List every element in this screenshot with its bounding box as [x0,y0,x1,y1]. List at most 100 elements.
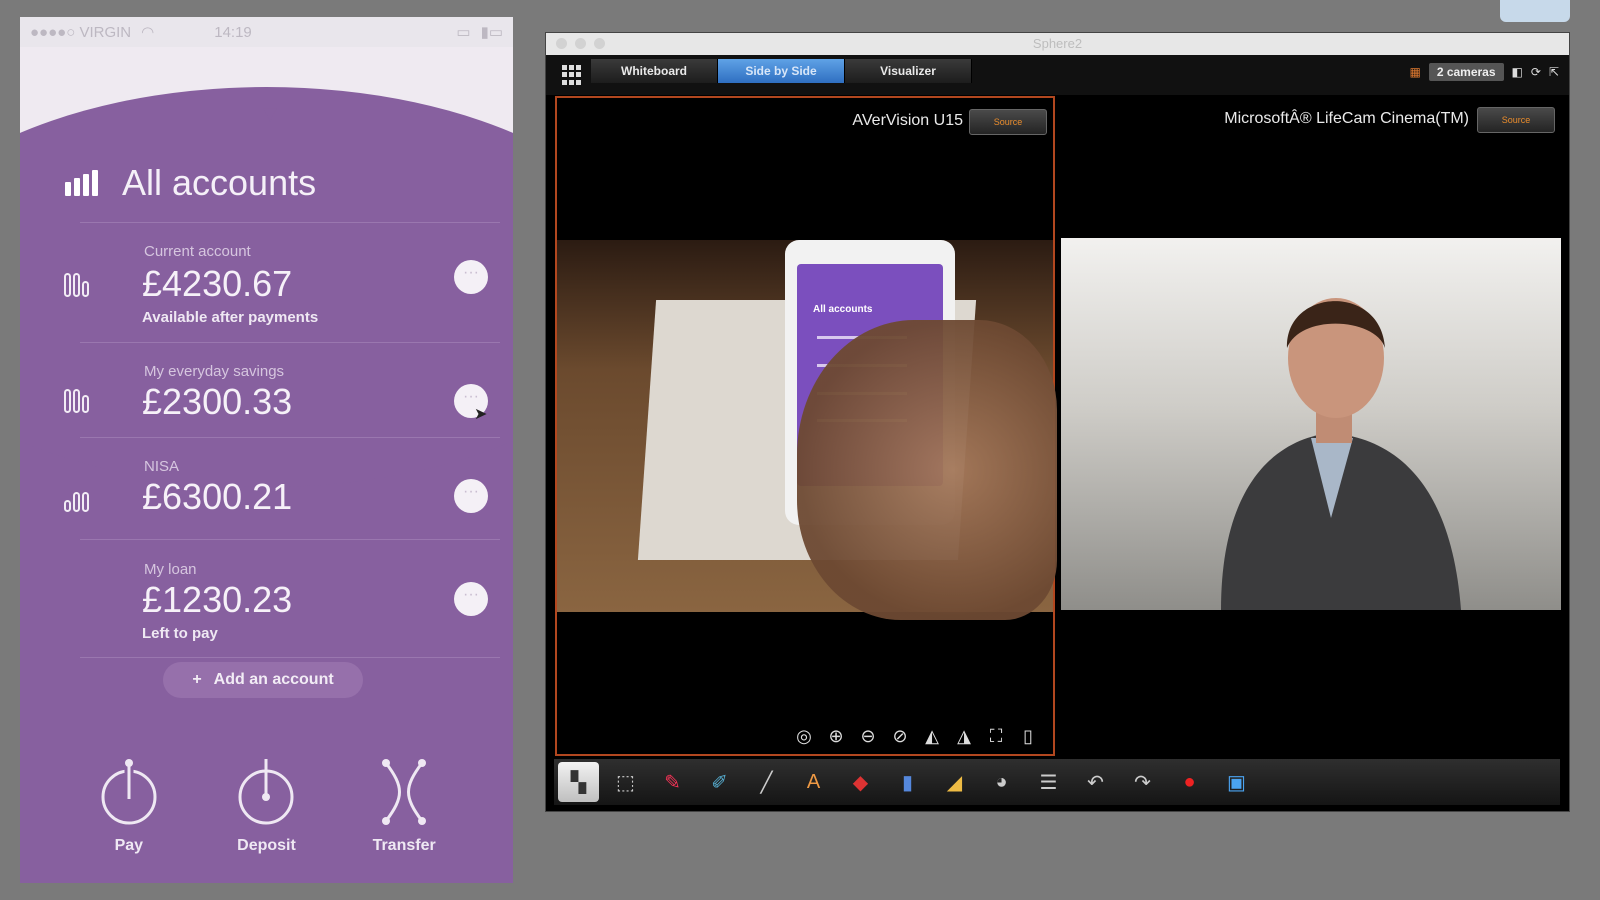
line-width-icon[interactable]: ☰ [1028,762,1069,802]
deposit-icon [238,759,294,825]
zoom-reset-icon[interactable]: ⊘ [887,724,913,748]
text-tool-icon[interactable]: A [793,762,834,802]
divider [80,657,500,658]
account-note: Left to pay [142,625,218,642]
record-icon[interactable]: ● [1169,762,1210,802]
phone-screen: ●●●●○ VIRGIN ◠ 14:19 ▭ ▮▭ ▽ All accounts… [20,17,513,883]
close-window-button[interactable] [556,38,567,49]
line-tool-icon[interactable]: ╱ [746,762,787,802]
account-row[interactable]: My loan £1230.23 Left to pay ··· [60,545,500,645]
divider [80,437,500,438]
top-corner-widget [1500,0,1570,22]
camera-name: MicrosoftÂ® LifeCam Cinema(TM) [1224,110,1469,127]
bar-chart-icon [65,170,98,196]
screen-icon: ▭ [456,24,471,41]
freeze-icon[interactable]: ▯ [1015,724,1041,748]
pay-button[interactable]: Pay [84,757,174,855]
source-button[interactable]: Source [1477,107,1555,133]
account-label: My loan [144,561,197,578]
toolbar-right: ▦ 2 cameras ◧ ⟳ ⇱ [1409,63,1559,81]
account-amount: £6300.21 [142,476,293,517]
refresh-icon[interactable]: ⟳ [1531,65,1541,79]
mouse-cursor-icon: ➤ [474,406,488,423]
camera-pane-left[interactable]: AVerVision U15 Source All accounts ◎ ⊕ ⊖… [555,96,1057,756]
tab-side-by-side[interactable]: Side by Side [718,59,845,83]
undo-icon[interactable]: ↶ [1075,762,1116,802]
view-tabs: Whiteboard Side by Side Visualizer [591,59,972,83]
pen-tool-icon[interactable]: ✐ [699,762,740,802]
account-row[interactable]: Current account £4230.67 Available after… [60,227,500,327]
popout-icon[interactable]: ⇱ [1549,65,1559,79]
highlighter-tool-icon[interactable]: ▮ [887,762,928,802]
camera-toggle-icon[interactable]: ◧ [1512,65,1523,79]
transfer-icon [382,759,427,825]
status-bar: ●●●●○ VIRGIN ◠ 14:19 ▭ ▮▭ [20,17,513,47]
collapse-chevron-icon[interactable]: ▽ [259,105,281,123]
carrier-text: ●●●●○ VIRGIN [30,23,132,41]
account-note: Available after payments [142,309,319,326]
more-options-button[interactable]: ··· [454,479,488,513]
action-bar: Pay Deposit Transfer [20,757,513,855]
wifi-icon: ◠ [141,24,155,41]
divider [80,222,500,223]
brightness-up-icon[interactable]: ◭ [919,724,945,748]
top-toolbar: Whiteboard Side by Side Visualizer ▦ 2 c… [546,55,1569,95]
deposit-button[interactable]: Deposit [221,757,311,855]
snapshot-camera-icon[interactable]: ▣ [1216,762,1257,802]
deposit-label: Deposit [237,837,296,854]
brightness-down-icon[interactable]: ◮ [951,724,977,748]
account-label: My everyday savings [144,363,285,380]
account-row[interactable]: My everyday savings £2300.33 ··· [60,347,500,447]
select-tool-icon[interactable]: ⬚ [605,762,646,802]
fit-frame-icon[interactable]: ⛶ [983,724,1009,748]
status-right: ▭ ▮▭ [456,23,503,41]
window-title: Sphere2 [1032,36,1083,51]
layout-icon[interactable]: ▦ [1409,65,1420,79]
pay-label: Pay [114,837,144,854]
more-options-button[interactable]: ··· [454,582,488,616]
marker-tool-icon[interactable]: ✎ [652,762,693,802]
camera-pane-right[interactable]: MicrosoftÂ® LifeCam Cinema(TM) Source [1061,96,1561,752]
layout-tool-icon[interactable]: ▚ [558,762,599,802]
account-bars-icon [64,486,98,512]
account-amount: £1230.23 [142,579,293,620]
battery-icon: ▮▭ [480,24,503,41]
account-bars-icon [64,271,98,297]
account-label: NISA [144,458,180,475]
minimize-window-button[interactable] [575,38,586,49]
account-amount: £4230.67 [142,263,293,304]
camera-name: AVerVision U15 [852,112,963,129]
focus-icon[interactable]: ◎ [791,724,817,748]
divider [80,342,500,343]
tab-whiteboard[interactable]: Whiteboard [591,59,718,83]
divider [80,539,500,540]
add-account-label: Add an account [213,671,334,688]
cameras-selector[interactable]: 2 cameras [1428,63,1504,81]
account-bars-icon [64,387,98,413]
zoom-window-button[interactable] [594,38,605,49]
pay-icon [101,759,157,825]
pane-toolbar: ◎ ⊕ ⊖ ⊘ ◭ ◮ ⛶ ▯ [791,724,1041,748]
shapes-tool-icon[interactable]: ◆ [840,762,881,802]
tab-visualizer[interactable]: Visualizer [845,59,972,83]
eraser-tool-icon[interactable]: ◢ [934,762,975,802]
webcam-feed [1061,238,1561,610]
account-amount: £2300.33 [142,381,293,422]
add-account-button[interactable]: + Add an account [163,662,363,698]
transfer-label: Transfer [372,837,436,854]
zoom-out-icon[interactable]: ⊖ [855,724,881,748]
color-picker-icon[interactable]: ◕ [981,762,1022,802]
app-grid-icon[interactable] [562,65,582,85]
account-row[interactable]: NISA £6300.21 ··· [60,442,500,542]
redo-icon[interactable]: ↷ [1122,762,1163,802]
transfer-button[interactable]: Transfer [359,757,449,855]
status-time: 14:19 [214,23,252,41]
source-button[interactable]: Source [969,109,1047,135]
page-title-row: All accounts [65,162,316,204]
more-options-button[interactable]: ··· [454,260,488,294]
zoom-in-icon[interactable]: ⊕ [823,724,849,748]
page-title: All accounts [122,162,317,203]
annotation-toolbar: ▚ ⬚ ✎ ✐ ╱ A ◆ ▮ ◢ ◕ ☰ ↶ ↷ ● ▣ [554,759,1560,805]
window-titlebar[interactable]: Sphere2 [546,33,1569,55]
document-camera-feed: All accounts [557,240,1057,620]
